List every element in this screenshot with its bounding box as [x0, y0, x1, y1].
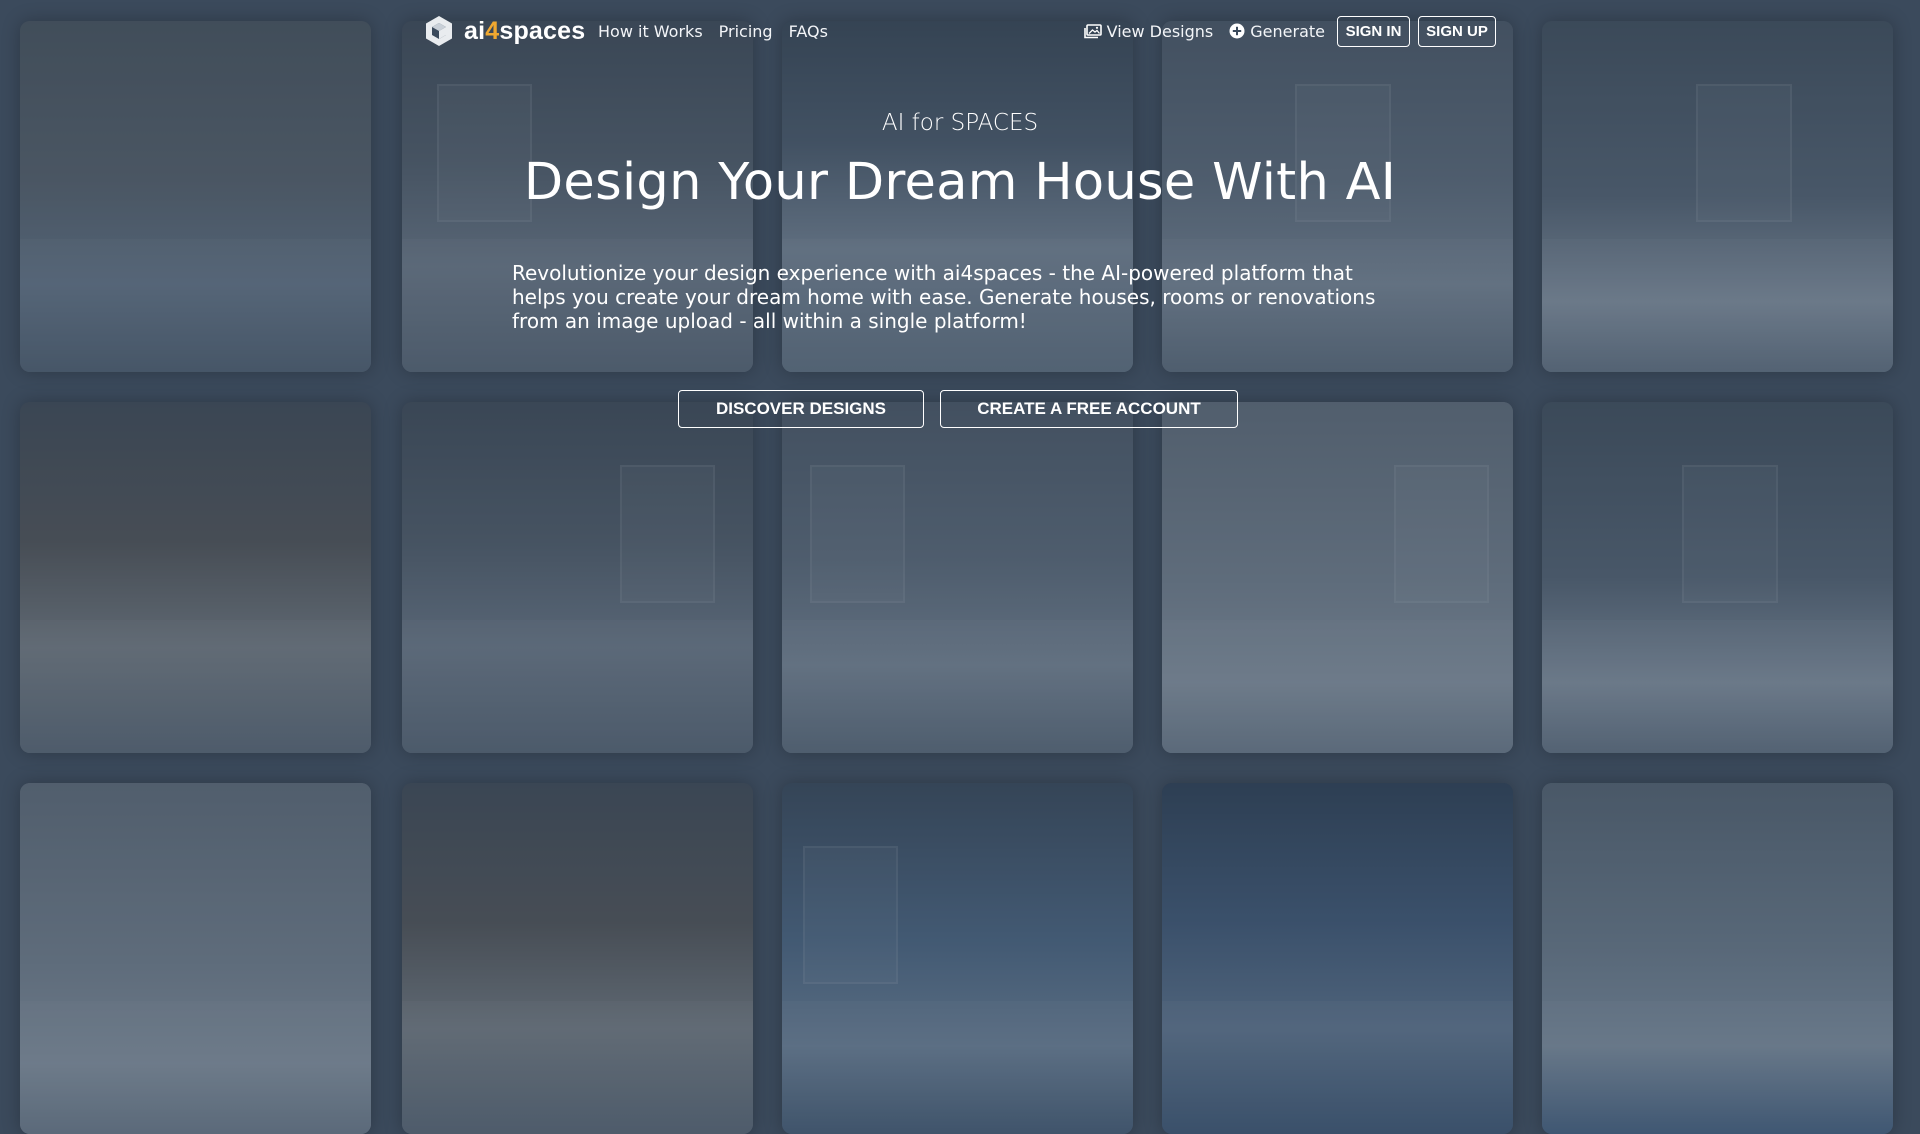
- gallery-tile: [20, 783, 371, 1134]
- hero-subtitle: AI for SPACES: [881, 110, 1039, 136]
- sign-up-button[interactable]: SIGN UP: [1418, 15, 1496, 47]
- gallery-tile: [1542, 402, 1893, 753]
- brand-logo[interactable]: ai4spaces: [424, 14, 585, 48]
- cube-logo-icon: [426, 16, 452, 46]
- nav-link-how-it-works[interactable]: How it Works: [598, 22, 703, 41]
- gallery-tile: [782, 402, 1133, 753]
- gallery-tile: [1162, 402, 1513, 753]
- view-designs-label: View Designs: [1106, 21, 1214, 41]
- view-designs-link[interactable]: View Designs: [1083, 21, 1214, 41]
- generate-label: Generate: [1250, 21, 1325, 41]
- hero-description: Revolutionize your design experience wit…: [512, 261, 1376, 333]
- gallery-tile: [782, 783, 1133, 1134]
- hero-title: Design Your Dream House With AI: [523, 153, 1397, 212]
- account-actions: View Designs Generate SIGN IN SIGN UP: [1083, 14, 1496, 48]
- plus-circle-icon: [1229, 23, 1245, 39]
- gallery-tile: [402, 783, 753, 1134]
- gallery-tile: [1162, 783, 1513, 1134]
- create-account-button[interactable]: CREATE A FREE ACCOUNT: [940, 390, 1238, 428]
- nav-link-pricing[interactable]: Pricing: [719, 22, 773, 41]
- images-icon: [1083, 23, 1102, 38]
- top-navigation: ai4spaces How it Works Pricing FAQs View…: [424, 14, 1496, 48]
- gallery-tile: [20, 402, 371, 753]
- discover-designs-button[interactable]: DISCOVER DESIGNS: [678, 390, 924, 428]
- nav-link-faqs[interactable]: FAQs: [789, 22, 828, 41]
- primary-links: How it Works Pricing FAQs: [598, 14, 828, 48]
- generate-link[interactable]: Generate: [1229, 22, 1325, 41]
- brand-name: ai4spaces: [464, 16, 586, 45]
- sign-in-button[interactable]: SIGN IN: [1337, 15, 1410, 47]
- gallery-tile: [402, 402, 753, 753]
- hero-actions: DISCOVER DESIGNS CREATE A FREE ACCOUNT: [678, 390, 1238, 428]
- gallery-tile: [1542, 783, 1893, 1134]
